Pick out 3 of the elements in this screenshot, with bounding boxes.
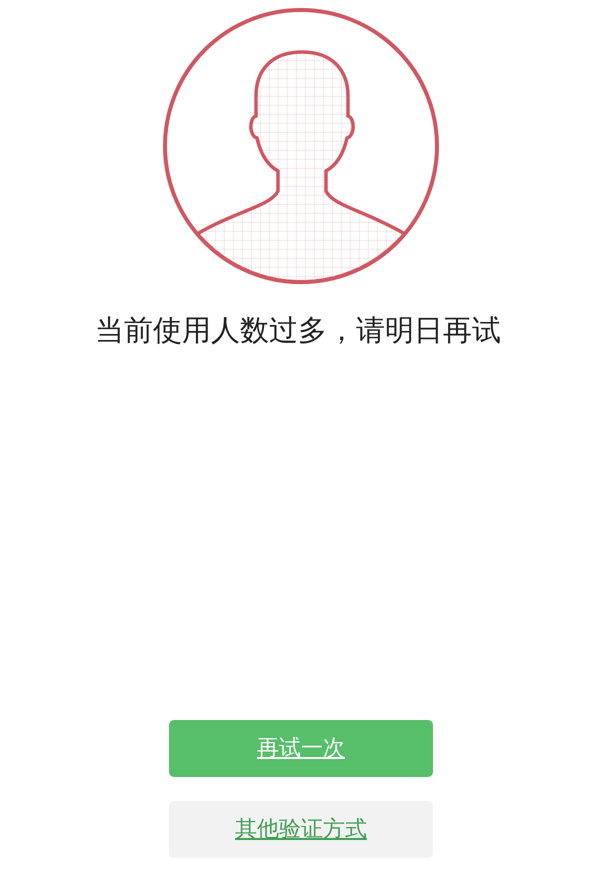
retry-button[interactable]: 再试一次 xyxy=(169,720,433,777)
other-verification-button[interactable]: 其他验证方式 xyxy=(169,801,433,858)
error-message: 当前使用人数过多，请明日再试 xyxy=(95,316,501,345)
